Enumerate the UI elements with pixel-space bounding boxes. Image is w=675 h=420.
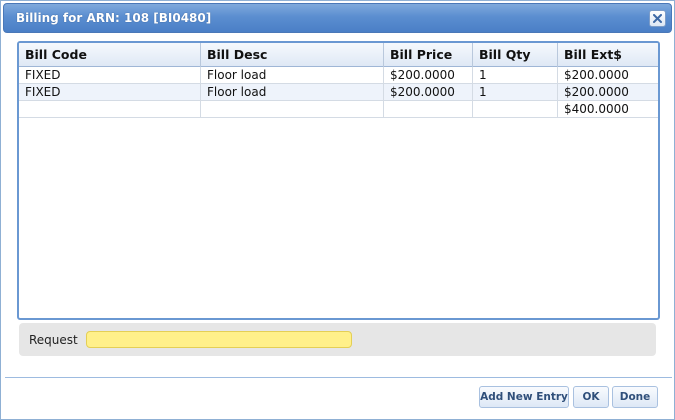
request-bar: Request	[19, 323, 656, 356]
cell-bill-ext: $200.0000	[564, 85, 629, 99]
table-row[interactable]: FIXED Floor load $200.0000 1 $200.0000	[19, 67, 658, 84]
request-input[interactable]	[86, 331, 352, 348]
cell-bill-price: $200.0000	[384, 84, 473, 100]
ok-button[interactable]: OK	[573, 386, 609, 408]
total-ext-value: $400.0000	[564, 102, 629, 116]
summary-cell-empty	[473, 101, 558, 117]
request-label: Request	[29, 333, 78, 347]
column-header-bill-desc[interactable]: Bill Desc	[201, 43, 384, 67]
billing-grid: Bill Code Bill Desc Bill Price Bill Qty …	[17, 41, 660, 320]
cell-bill-qty: 1	[473, 84, 558, 100]
cell-bill-qty: 1	[473, 67, 558, 83]
close-icon	[653, 14, 662, 23]
column-header-bill-qty[interactable]: Bill Qty	[473, 43, 558, 67]
billing-dialog: Billing for ARN: 108 [BI0480] Bill Code …	[0, 0, 675, 420]
dialog-title: Billing for ARN: 108 [BI0480]	[16, 11, 212, 25]
done-button[interactable]: Done	[612, 386, 658, 408]
column-header-bill-price[interactable]: Bill Price	[384, 43, 473, 67]
column-header-bill-code[interactable]: Bill Code	[19, 43, 201, 67]
summary-cell-empty	[384, 101, 473, 117]
cell-bill-price: $200.0000	[384, 67, 473, 83]
cell-bill-code: FIXED	[19, 84, 201, 100]
table-row[interactable]: FIXED Floor load $200.0000 1 $200.0000	[19, 84, 658, 101]
cell-bill-desc: Floor load	[201, 84, 384, 100]
cell-bill-desc: Floor load	[201, 67, 384, 83]
close-button[interactable]	[649, 10, 666, 27]
dialog-titlebar[interactable]: Billing for ARN: 108 [BI0480]	[3, 3, 672, 33]
grid-header: Bill Code Bill Desc Bill Price Bill Qty …	[19, 43, 658, 67]
summary-row: $400.0000	[19, 101, 658, 118]
cell-bill-ext: $200.0000	[564, 68, 629, 82]
cell-bill-code: FIXED	[19, 67, 201, 83]
summary-cell-empty	[19, 101, 201, 117]
column-header-bill-ext[interactable]: Bill Ext$	[558, 43, 658, 67]
summary-cell-empty	[201, 101, 384, 117]
footer-divider	[5, 377, 672, 378]
add-new-entry-button[interactable]: Add New Entry	[479, 386, 569, 408]
